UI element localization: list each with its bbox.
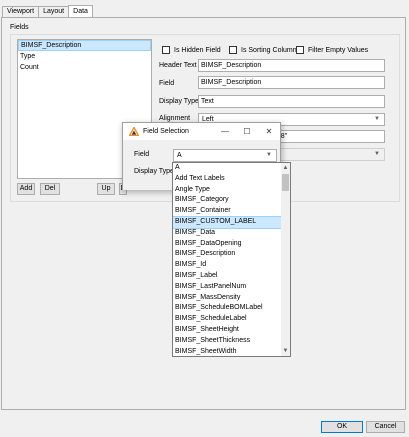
checkbox-label: Filter Empty Values	[308, 46, 369, 54]
is-hidden-field-checkbox[interactable]: Is Hidden Field	[162, 46, 221, 54]
dropdown-option[interactable]: BIMSF_DataOpening	[173, 239, 281, 250]
field-label: Field	[159, 80, 175, 87]
ok-button[interactable]: OK	[321, 421, 363, 433]
tab-strip: Viewport Layout Data	[2, 5, 93, 17]
list-item[interactable]: Type	[18, 51, 151, 62]
add-field-button[interactable]: Add	[17, 183, 35, 195]
scroll-down-icon[interactable]: ▼	[281, 346, 290, 356]
chevron-down-icon: ▼	[266, 152, 272, 158]
list-item[interactable]: Count	[18, 62, 151, 73]
dropdown-scrollbar[interactable]: ▲ ▼	[281, 163, 290, 356]
display-type-label: Display Type	[159, 98, 199, 105]
dropdown-option[interactable]: BIMSF_LastPanelNum	[173, 282, 281, 293]
alignment-label: Alignment	[159, 115, 191, 122]
list-item[interactable]: BIMSF_Description	[18, 40, 151, 51]
dropdown-option[interactable]: BIMSF_Label	[173, 271, 281, 282]
tab-data[interactable]: Data	[68, 5, 93, 17]
scroll-up-icon[interactable]: ▲	[281, 163, 290, 173]
dialog-titlebar: Field Selection — ☐ ✕	[123, 123, 280, 140]
dropdown-option[interactable]: BIMSF_Description	[173, 249, 281, 260]
dropdown-option[interactable]: BIMSF_Id	[173, 260, 281, 271]
header-text-field[interactable]: BIMSF_Description	[198, 59, 385, 72]
checkbox-label: Is Hidden Field	[174, 46, 221, 54]
field-input[interactable]: BIMSF_Description	[198, 76, 385, 89]
dialog-field-value: A	[177, 152, 182, 159]
scrollbar-thumb[interactable]	[282, 174, 289, 191]
dropdown-option[interactable]: BIMSF_SheetHeight	[173, 325, 281, 336]
chevron-down-icon: ▼	[374, 116, 380, 122]
checkbox-box[interactable]	[296, 46, 304, 54]
dropdown-option[interactable]: BIMSF_SheetWidth	[173, 347, 281, 356]
dropdown-options: A Add Text Labels Angle Type BIMSF_Category…	[173, 163, 290, 356]
dropdown-option[interactable]: BIMSF_Container	[173, 206, 281, 217]
move-up-button[interactable]: Up	[97, 183, 115, 195]
dropdown-option[interactable]: BIMSF_ScheduleLabel	[173, 314, 281, 325]
dropdown-option[interactable]: Angle Type	[173, 185, 281, 196]
delete-field-button[interactable]: Del	[40, 183, 60, 195]
fields-group-label: Fields	[10, 24, 29, 31]
dropdown-option[interactable]: BIMSF_CUSTOM_LABEL	[173, 216, 282, 229]
checkbox-box[interactable]	[162, 46, 170, 54]
disabled-select: ▼	[270, 148, 385, 161]
dropdown-option[interactable]: BIMSF_ScheduleBOMLabel	[173, 303, 281, 314]
tab-viewport[interactable]: Viewport	[2, 6, 40, 17]
dropdown-option[interactable]: A	[173, 163, 281, 174]
header-text-label: Header Text	[159, 62, 197, 69]
minimize-icon[interactable]: —	[214, 127, 236, 136]
dropdown-option[interactable]: BIMSF_SheetThickness	[173, 336, 281, 347]
dialog-display-type-label: Display Type	[134, 168, 174, 175]
cancel-button[interactable]: Cancel	[366, 421, 405, 433]
is-sorting-column-checkbox[interactable]: Is Sorting Column	[229, 46, 297, 54]
tab-layout[interactable]: Layout	[38, 6, 70, 17]
dropdown-option[interactable]: BIMSF_Category	[173, 195, 281, 206]
close-icon[interactable]: ✕	[258, 127, 280, 136]
dropdown-option[interactable]: BIMSF_MassDensity	[173, 293, 281, 304]
checkbox-box[interactable]	[229, 46, 237, 54]
dropdown-option[interactable]: BIMSF_Data	[173, 228, 281, 239]
dropdown-option[interactable]: Add Text Labels	[173, 174, 281, 185]
dialog-field-label: Field	[134, 151, 150, 158]
dialog-title: Field Selection	[143, 128, 189, 135]
display-type-field[interactable]: Text	[198, 95, 385, 108]
field-dropdown-list[interactable]: A Add Text Labels Angle Type BIMSF_Category…	[172, 162, 291, 357]
maximize-icon[interactable]: ☐	[236, 127, 258, 136]
checkbox-label: Is Sorting Column	[241, 46, 297, 54]
dialog-field-select[interactable]: A ▼	[173, 149, 277, 162]
filter-empty-values-checkbox[interactable]: Filter Empty Values	[296, 46, 368, 54]
partial-value-field[interactable]: 128"	[270, 130, 385, 143]
app-logo-icon	[129, 127, 139, 136]
chevron-down-icon: ▼	[374, 151, 380, 157]
